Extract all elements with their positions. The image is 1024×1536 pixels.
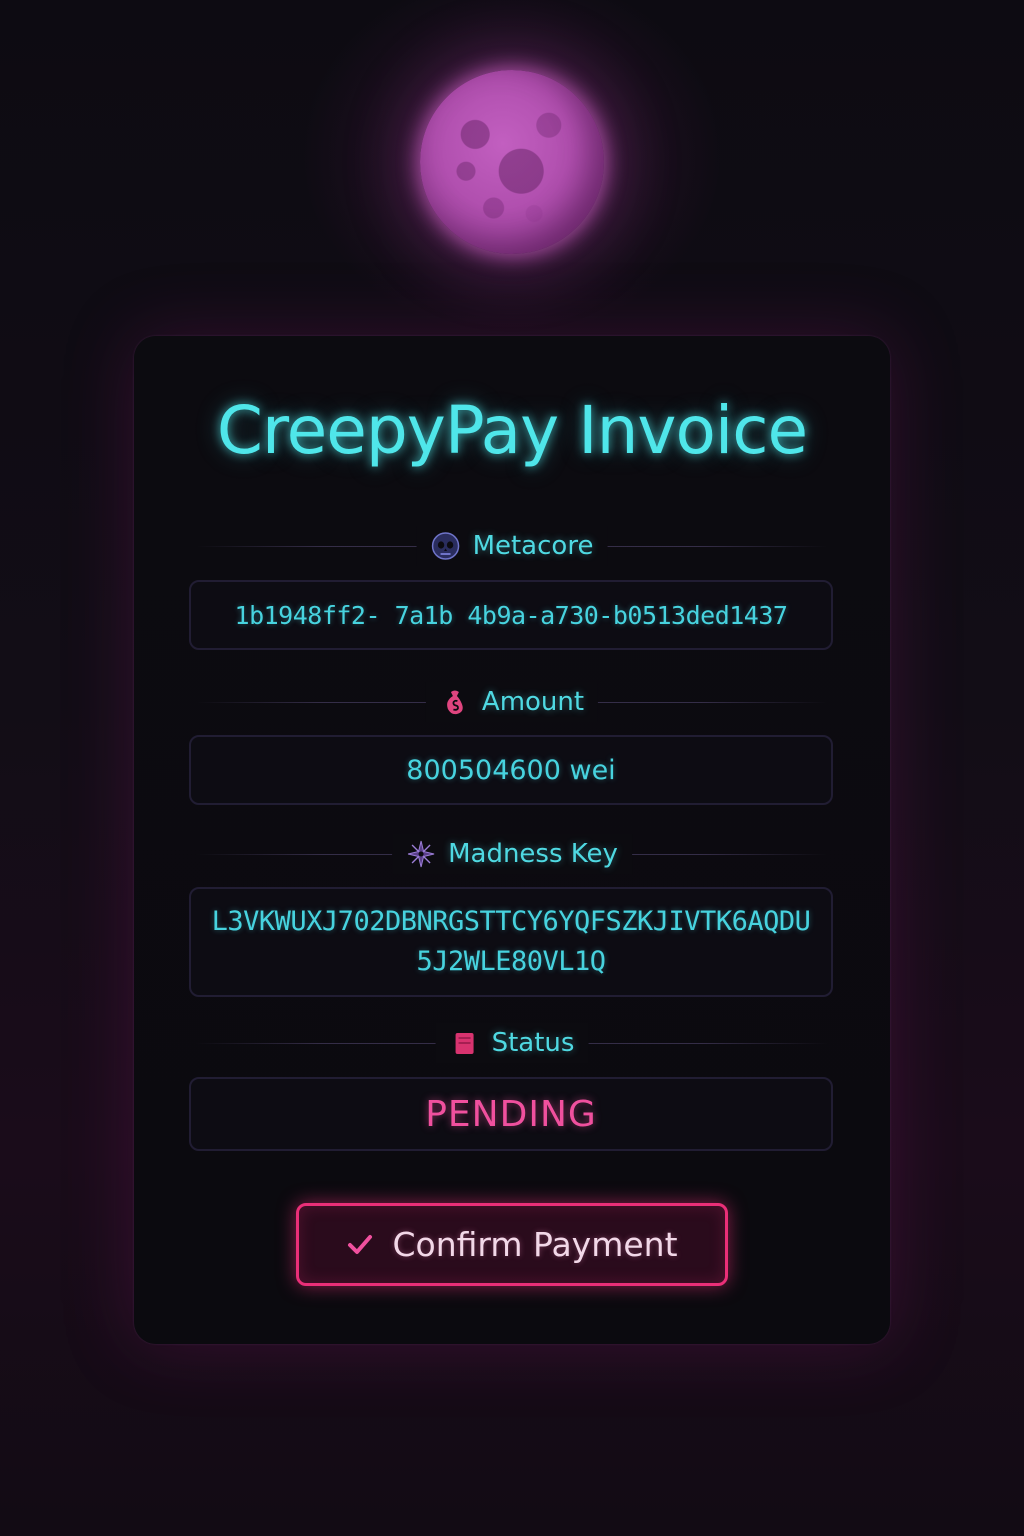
- money-bag-icon: [440, 687, 470, 717]
- confirm-payment-label: Confirm Payment: [392, 1225, 678, 1264]
- status-badge: PENDING: [425, 1093, 597, 1135]
- checkmark-icon: [346, 1231, 374, 1259]
- madness-key-label: Madness Key: [448, 839, 618, 869]
- status-section-heading: Status: [196, 1023, 828, 1063]
- skull-icon: [431, 531, 461, 561]
- metacore-label: Metacore: [472, 531, 594, 561]
- madness-key-section-heading: Madness Key: [196, 834, 828, 874]
- moon-illustration: [420, 70, 604, 254]
- madness-key-value-box[interactable]: L3VKWUXJ702DBNRGSTTCY6YQFSZKJIVTK6AQDU5J…: [189, 887, 833, 997]
- confirm-payment-button[interactable]: Confirm Payment: [296, 1203, 728, 1286]
- metacore-section-heading: Metacore: [196, 526, 828, 566]
- amount-label: Amount: [481, 687, 585, 717]
- metacore-value-box[interactable]: 1b1948ff2- 7a1b 4b9a-a730-b0513ded1437: [189, 580, 833, 650]
- metacore-value: 1b1948ff2- 7a1b 4b9a-a730-b0513ded1437: [234, 600, 788, 630]
- madness-key-value: L3VKWUXJ702DBNRGSTTCY6YQFSZKJIVTK6AQDU5J…: [211, 906, 811, 977]
- amount-section-heading: Amount: [196, 682, 828, 722]
- status-square-icon: [450, 1028, 480, 1058]
- page-title: CreepyPay Invoice: [216, 392, 808, 469]
- status-value-box: PENDING: [189, 1077, 833, 1151]
- compass-star-icon: [406, 839, 436, 869]
- status-label: Status: [491, 1028, 575, 1058]
- amount-value-box[interactable]: 800504600 wei: [189, 735, 833, 805]
- amount-value: 800504600 wei: [406, 754, 616, 786]
